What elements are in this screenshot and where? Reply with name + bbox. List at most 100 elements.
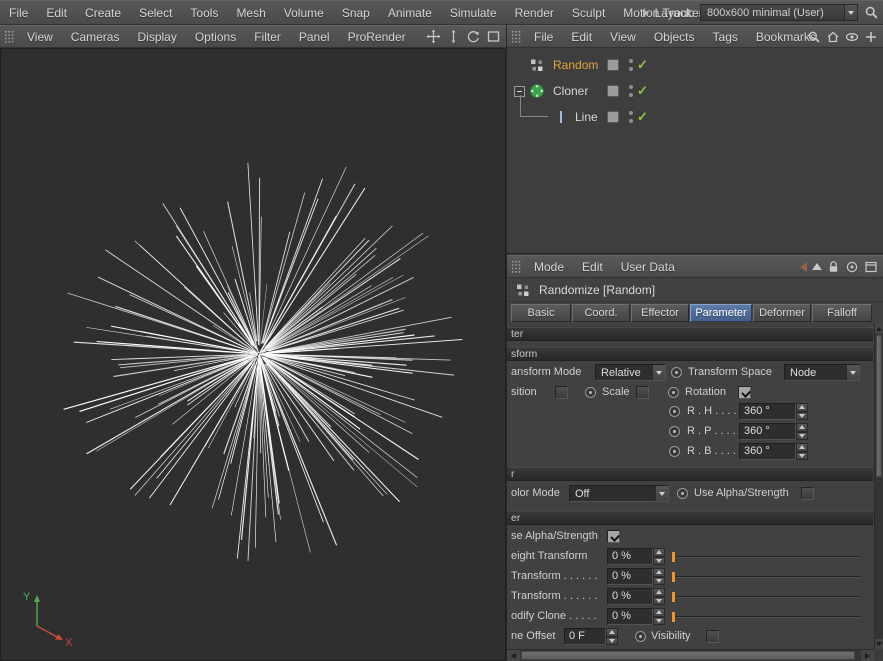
spinner-down-icon[interactable] (653, 576, 665, 585)
tab-coord[interactable]: Coord. (572, 304, 630, 322)
menu-snap[interactable]: Snap (333, 6, 379, 20)
up-arrow-icon[interactable] (812, 263, 822, 270)
object-label-random[interactable]: Random (553, 58, 598, 72)
spinner-up-icon[interactable] (796, 423, 808, 432)
use-alpha-strength-checkbox[interactable] (607, 530, 620, 543)
slider-handle[interactable] (672, 572, 675, 582)
record-dot[interactable] (669, 446, 680, 457)
rb-spinner[interactable] (796, 443, 808, 460)
layer-swatch[interactable] (607, 85, 619, 97)
tab-parameter[interactable]: Parameter (690, 304, 752, 322)
weight-transform-field[interactable]: 0 % (607, 548, 653, 565)
position-checkbox[interactable] (555, 386, 568, 399)
search-icon[interactable] (864, 5, 879, 20)
u-transform-slider[interactable] (671, 568, 861, 586)
menu-create[interactable]: Create (76, 6, 130, 20)
section-header-other[interactable]: er (507, 511, 873, 525)
v-transform-field[interactable]: 0 % (607, 588, 653, 605)
u-transform-field[interactable]: 0 % (607, 568, 653, 585)
record-dot[interactable] (677, 488, 688, 499)
tab-basic[interactable]: Basic (511, 304, 571, 322)
scroll-left-button[interactable] (507, 650, 520, 661)
slider-handle[interactable] (672, 592, 675, 602)
menu-volume[interactable]: Volume (275, 6, 333, 20)
vp-menu-filter[interactable]: Filter (245, 30, 290, 44)
menu-file[interactable]: File (0, 6, 37, 20)
am-menu-edit[interactable]: Edit (573, 260, 612, 274)
modify-clone-field[interactable]: 0 % (607, 608, 653, 625)
rotate-icon[interactable] (466, 29, 481, 44)
modify-clone-slider[interactable] (671, 608, 861, 626)
rp-spinner[interactable] (796, 423, 808, 440)
record-dot[interactable] (635, 631, 646, 642)
record-dot[interactable] (585, 387, 596, 398)
vp-menu-panel[interactable]: Panel (290, 30, 339, 44)
vertical-scroll-thumb[interactable] (876, 335, 882, 477)
history-back-icon[interactable] (800, 261, 807, 272)
rotation-checkbox[interactable] (738, 386, 751, 399)
slider-handle[interactable] (672, 552, 675, 562)
visibility-dots-icon[interactable] (629, 59, 633, 71)
slider-handle[interactable] (672, 612, 675, 622)
spinner-down-icon[interactable] (606, 636, 618, 645)
scroll-right-button[interactable] (861, 650, 874, 661)
layout-dropdown[interactable]: 800x600 minimal (User) (700, 4, 858, 21)
weight-transform-spinner[interactable] (653, 548, 665, 565)
menu-tools[interactable]: Tools (181, 6, 227, 20)
om-menu-objects[interactable]: Objects (645, 30, 704, 44)
om-menu-tags[interactable]: Tags (704, 30, 747, 44)
spinner-up-icon[interactable] (653, 548, 665, 557)
slider-track[interactable] (671, 616, 861, 618)
time-offset-spinner[interactable] (606, 628, 618, 645)
use-alpha-checkbox[interactable] (801, 487, 814, 500)
eye-icon[interactable] (845, 30, 859, 44)
section-header-transform[interactable]: sform (507, 347, 873, 361)
slider-track[interactable] (671, 596, 861, 598)
menu-render[interactable]: Render (506, 6, 563, 20)
am-menu-mode[interactable]: Mode (525, 260, 573, 274)
object-label-line[interactable]: Line (575, 110, 598, 124)
om-menu-file[interactable]: File (525, 30, 562, 44)
menu-edit[interactable]: Edit (37, 6, 76, 20)
search-icon[interactable] (807, 30, 821, 44)
record-dot[interactable] (669, 406, 680, 417)
tab-falloff[interactable]: Falloff (812, 304, 872, 322)
grip-handle-icon[interactable] (4, 30, 15, 43)
scale-checkbox[interactable] (636, 386, 649, 399)
vp-menu-cameras[interactable]: Cameras (62, 30, 129, 44)
spinner-up-icon[interactable] (653, 588, 665, 597)
spinner-up-icon[interactable] (653, 608, 665, 617)
spinner-up-icon[interactable] (653, 568, 665, 577)
v-transform-spinner[interactable] (653, 588, 665, 605)
line-spline-icon[interactable] (553, 109, 569, 125)
spinner-down-icon[interactable] (653, 596, 665, 605)
v-transform-slider[interactable] (671, 588, 861, 606)
am-menu-user-data[interactable]: User Data (612, 260, 684, 274)
vp-menu-display[interactable]: Display (128, 30, 185, 44)
enable-check-icon[interactable]: ✓ (637, 83, 648, 99)
grip-handle-icon[interactable] (511, 260, 522, 273)
slider-track[interactable] (671, 556, 861, 558)
color-mode-dropdown[interactable]: Off (569, 485, 669, 502)
random-effector-icon[interactable] (529, 57, 545, 73)
rh-field[interactable]: 360 ° (739, 403, 796, 420)
rh-spinner[interactable] (796, 403, 808, 420)
spinner-down-icon[interactable] (796, 411, 808, 420)
modify-clone-spinner[interactable] (653, 608, 665, 625)
spinner-down-icon[interactable] (796, 431, 808, 440)
spinner-up-icon[interactable] (606, 628, 618, 637)
om-menu-view[interactable]: View (601, 30, 645, 44)
weight-transform-slider[interactable] (671, 548, 861, 566)
object-row-random[interactable]: Random ✓ (507, 53, 883, 78)
visibility-dots-icon[interactable] (629, 111, 633, 123)
home-icon[interactable] (826, 30, 840, 44)
vp-menu-prorender[interactable]: ProRender (339, 30, 415, 44)
spinner-down-icon[interactable] (653, 616, 665, 625)
enable-check-icon[interactable]: ✓ (637, 109, 648, 125)
scroll-up-button[interactable] (875, 324, 883, 334)
slider-track[interactable] (671, 576, 861, 578)
object-row-line[interactable]: Line ✓ (507, 95, 883, 130)
transform-mode-dropdown[interactable]: Relative (595, 364, 666, 381)
dolly-icon[interactable] (446, 29, 461, 44)
spinner-up-icon[interactable] (796, 443, 808, 452)
